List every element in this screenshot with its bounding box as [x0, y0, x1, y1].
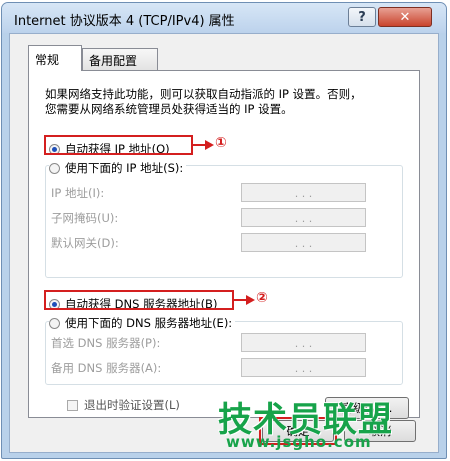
description-text: 如果网络支持此功能，则可以获取自动指派的 IP 设置。否则， 您需要从网络系统管… — [45, 87, 405, 117]
alternate-dns-label: 备用 DNS 服务器(A): — [51, 361, 162, 375]
tab-alternate-config[interactable]: 备用配置 — [82, 48, 158, 70]
window-title: Internet 协议版本 4 (TCP/IPv4) 属性 — [14, 14, 235, 29]
arrow-right-icon — [205, 140, 214, 150]
title-bar[interactable]: Internet 协议版本 4 (TCP/IPv4) 属性 ? ✕ — [2, 3, 446, 33]
manual-ip-radio[interactable]: 使用下面的 IP 地址(S): — [49, 160, 187, 176]
ip-dots: . . . — [294, 187, 313, 200]
radio-unselected-icon — [49, 162, 60, 174]
marker-2: ② — [256, 290, 268, 306]
ip-dots: . . . — [294, 212, 313, 225]
ip-dots: . . . — [294, 362, 313, 375]
alternate-dns-input[interactable]: . . . — [241, 358, 366, 377]
dialog-window: Internet 协议版本 4 (TCP/IPv4) 属性 ? ✕ 常规 备用配… — [1, 2, 447, 459]
ip-address-input[interactable]: . . . — [241, 183, 366, 202]
ip-address-label: IP 地址(I): — [51, 186, 105, 200]
subnet-mask-input[interactable]: . . . — [241, 208, 366, 227]
preferred-dns-label: 首选 DNS 服务器(P): — [51, 336, 161, 350]
ip-dots: . . . — [294, 337, 313, 350]
manual-ip-label: 使用下面的 IP 地址(S): — [65, 161, 184, 175]
marker-1: ① — [215, 135, 227, 151]
manual-dns-radio[interactable]: 使用下面的 DNS 服务器地址(E): — [49, 315, 236, 331]
close-button[interactable]: ✕ — [378, 7, 432, 27]
tab-general[interactable]: 常规 — [28, 45, 82, 71]
radio-unselected-icon — [49, 317, 60, 329]
validate-on-exit-checkbox[interactable]: 退出时验证设置(L) — [67, 397, 180, 413]
description-line-2: 您需要从网络系统管理员处获得适当的 IP 设置。 — [45, 102, 293, 116]
description-line-1: 如果网络支持此功能，则可以获取自动指派的 IP 设置。否则， — [45, 87, 362, 101]
checkbox-icon — [67, 399, 78, 411]
arrow-right-icon — [246, 295, 255, 305]
highlight-box-2 — [44, 290, 234, 310]
dialog-client: 常规 备用配置 如果网络支持此功能，则可以获取自动指派的 IP 设置。否则， 您… — [9, 33, 439, 453]
help-button[interactable]: ? — [348, 7, 376, 27]
default-gateway-input[interactable]: . . . — [241, 233, 366, 252]
subnet-mask-label: 子网掩码(U): — [51, 211, 119, 225]
watermark-url: www.jsgho.com — [226, 433, 372, 451]
tab-panel-general: 如果网络支持此功能，则可以获取自动指派的 IP 设置。否则， 您需要从网络系统管… — [28, 70, 420, 419]
validate-on-exit-label: 退出时验证设置(L) — [84, 398, 180, 412]
preferred-dns-input[interactable]: . . . — [241, 333, 366, 352]
ip-dots: . . . — [294, 237, 313, 250]
default-gateway-label: 默认网关(D): — [51, 236, 119, 250]
highlight-box-1 — [44, 135, 193, 155]
manual-dns-label: 使用下面的 DNS 服务器地址(E): — [65, 316, 233, 330]
